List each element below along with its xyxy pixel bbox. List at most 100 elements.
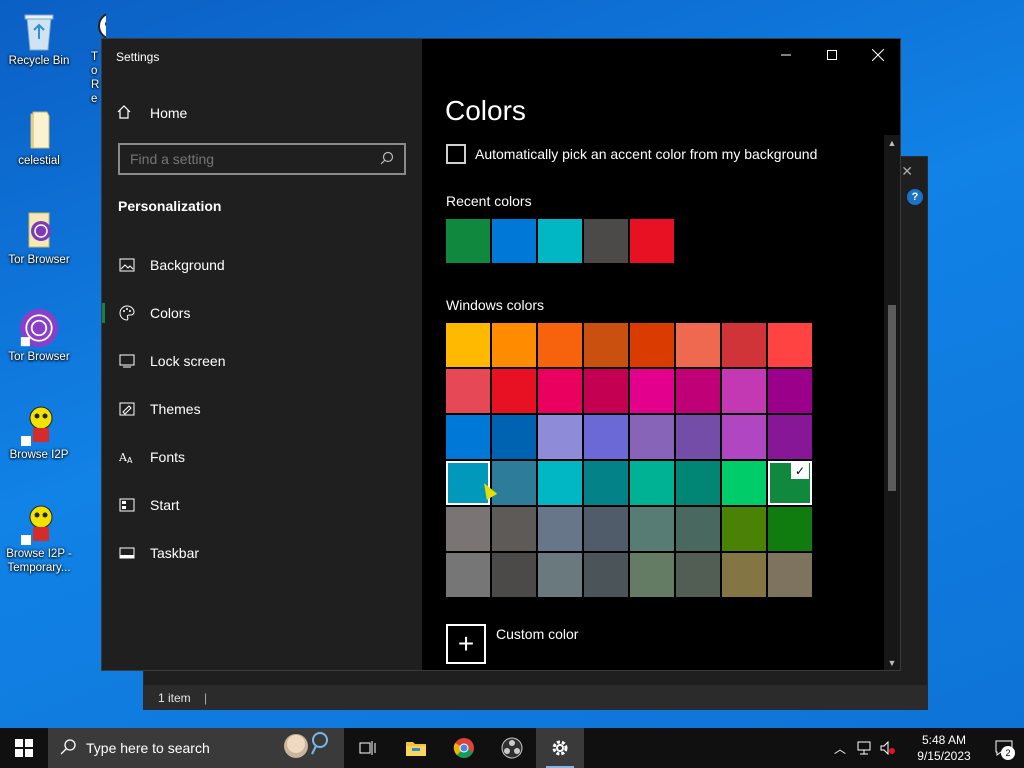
search-icon <box>60 738 76 758</box>
windows-color-swatch[interactable] <box>446 323 490 367</box>
nav-item-label: Taskbar <box>150 545 200 561</box>
windows-color-swatch[interactable] <box>446 507 490 551</box>
windows-color-swatch[interactable] <box>538 507 582 551</box>
custom-color-button[interactable]: + Custom color <box>446 624 578 664</box>
nav-item-label: Start <box>150 497 180 513</box>
action-center-button[interactable]: 2 <box>984 728 1024 768</box>
desktop-icon-label: Browse I2P <box>9 449 69 461</box>
tor-folder-icon <box>19 209 59 251</box>
windows-color-swatch[interactable] <box>676 507 720 551</box>
windows-color-swatch[interactable] <box>538 369 582 413</box>
settings-search[interactable] <box>118 143 406 175</box>
windows-color-swatch[interactable] <box>492 323 536 367</box>
windows-color-swatch[interactable] <box>768 369 812 413</box>
scroll-thumb[interactable] <box>888 305 896 491</box>
windows-color-swatch[interactable] <box>538 415 582 459</box>
windows-color-swatch[interactable] <box>722 369 766 413</box>
recent-color-swatch[interactable] <box>492 219 536 263</box>
windows-color-swatch[interactable] <box>768 415 812 459</box>
chevron-up-icon[interactable]: ︿ <box>828 728 852 768</box>
windows-color-swatch[interactable] <box>584 461 628 505</box>
desktop-icon-celestial[interactable]: celestial <box>1 110 77 168</box>
windows-color-swatch[interactable] <box>538 553 582 597</box>
nav-item-colors[interactable]: Colors <box>102 289 422 337</box>
close-icon[interactable]: ✕ <box>901 163 913 180</box>
settings-search-input[interactable] <box>130 151 380 167</box>
clock[interactable]: 5:48 AM 9/15/2023 <box>904 732 984 764</box>
windows-color-swatch[interactable] <box>492 415 536 459</box>
help-icon[interactable]: ? <box>907 189 923 205</box>
recent-color-swatch[interactable] <box>538 219 582 263</box>
desktop-icon-tor-folder[interactable]: Tor Browser <box>1 209 77 267</box>
taskbar-search[interactable]: Type here to search <box>48 728 344 768</box>
scroll-up-arrow-icon[interactable]: ▲ <box>884 135 900 151</box>
windows-color-swatch[interactable] <box>492 507 536 551</box>
windows-color-swatch[interactable] <box>676 323 720 367</box>
nav-item-taskbar[interactable]: Taskbar <box>102 529 422 577</box>
windows-color-swatch[interactable] <box>492 553 536 597</box>
windows-color-swatch[interactable] <box>446 415 490 459</box>
recent-colors <box>446 219 674 263</box>
auto-accent-option[interactable]: Automatically pick an accent color from … <box>446 144 817 164</box>
nav-item-fonts[interactable]: AA Fonts <box>102 433 422 481</box>
windows-color-swatch[interactable] <box>676 369 720 413</box>
desktop-icon-tor-browser[interactable]: Tor Browser <box>1 306 77 364</box>
windows-color-swatch[interactable] <box>768 507 812 551</box>
windows-color-swatch[interactable] <box>446 369 490 413</box>
checkmark-icon: ✓ <box>791 463 809 479</box>
windows-color-swatch[interactable]: ✓ <box>768 461 812 505</box>
volume-muted-icon[interactable] <box>876 728 900 768</box>
windows-color-swatch[interactable] <box>676 461 720 505</box>
windows-color-swatch[interactable] <box>584 553 628 597</box>
network-icon[interactable] <box>852 728 876 768</box>
windows-color-swatch[interactable] <box>492 369 536 413</box>
desktop-icon-recycle-bin[interactable]: Recycle Bin <box>1 10 77 68</box>
nav-home[interactable]: Home <box>116 103 187 123</box>
start-button[interactable] <box>0 728 48 768</box>
nav-item-start[interactable]: Start <box>102 481 422 529</box>
windows-color-swatch[interactable] <box>630 553 674 597</box>
nav-item-lock-screen[interactable]: Lock screen <box>102 337 422 385</box>
chrome-button[interactable] <box>440 728 488 768</box>
windows-color-swatch[interactable] <box>630 507 674 551</box>
recent-color-swatch[interactable] <box>584 219 628 263</box>
task-view-button[interactable] <box>344 728 392 768</box>
recent-color-swatch[interactable] <box>446 219 490 263</box>
windows-color-swatch[interactable] <box>584 369 628 413</box>
settings-taskbar-button[interactable] <box>536 728 584 768</box>
obs-icon <box>501 737 523 759</box>
windows-color-swatch[interactable] <box>630 369 674 413</box>
obs-button[interactable] <box>488 728 536 768</box>
system-tray: ︿ 5:48 AM 9/15/2023 2 <box>828 728 1024 768</box>
desktop-icon-browse-i2p[interactable]: Browse I2P <box>1 404 77 462</box>
windows-color-swatch[interactable] <box>584 507 628 551</box>
windows-color-swatch[interactable] <box>768 553 812 597</box>
windows-color-swatch[interactable] <box>676 415 720 459</box>
windows-color-swatch[interactable] <box>630 415 674 459</box>
windows-color-swatch[interactable] <box>584 323 628 367</box>
auto-accent-checkbox[interactable] <box>446 144 466 164</box>
windows-color-swatch[interactable] <box>584 415 628 459</box>
windows-color-swatch[interactable] <box>722 415 766 459</box>
windows-color-swatch[interactable] <box>676 553 720 597</box>
windows-color-swatch[interactable] <box>538 323 582 367</box>
windows-color-swatch[interactable] <box>538 461 582 505</box>
windows-color-swatch[interactable] <box>768 323 812 367</box>
desktop-icon-browse-i2p-temp[interactable]: Browse I2P - Temporary... <box>1 503 77 575</box>
windows-color-swatch[interactable] <box>722 507 766 551</box>
recent-color-swatch[interactable] <box>630 219 674 263</box>
windows-color-swatch[interactable] <box>446 553 490 597</box>
windows-color-swatch[interactable] <box>722 461 766 505</box>
file-explorer-button[interactable] <box>392 728 440 768</box>
windows-color-swatch[interactable] <box>492 461 536 505</box>
windows-color-swatch[interactable] <box>630 323 674 367</box>
windows-color-swatch[interactable] <box>630 461 674 505</box>
windows-color-swatch[interactable] <box>722 323 766 367</box>
task-view-icon <box>359 741 376 755</box>
windows-color-swatch[interactable] <box>722 553 766 597</box>
nav-item-themes[interactable]: Themes <box>102 385 422 433</box>
content-scrollbar[interactable]: ▲ ▼ <box>884 135 900 670</box>
nav-item-background[interactable]: Background <box>102 241 422 289</box>
settings-window[interactable]: Settings Home Personalization Background… <box>101 38 901 671</box>
scroll-down-arrow-icon[interactable]: ▼ <box>884 655 900 670</box>
